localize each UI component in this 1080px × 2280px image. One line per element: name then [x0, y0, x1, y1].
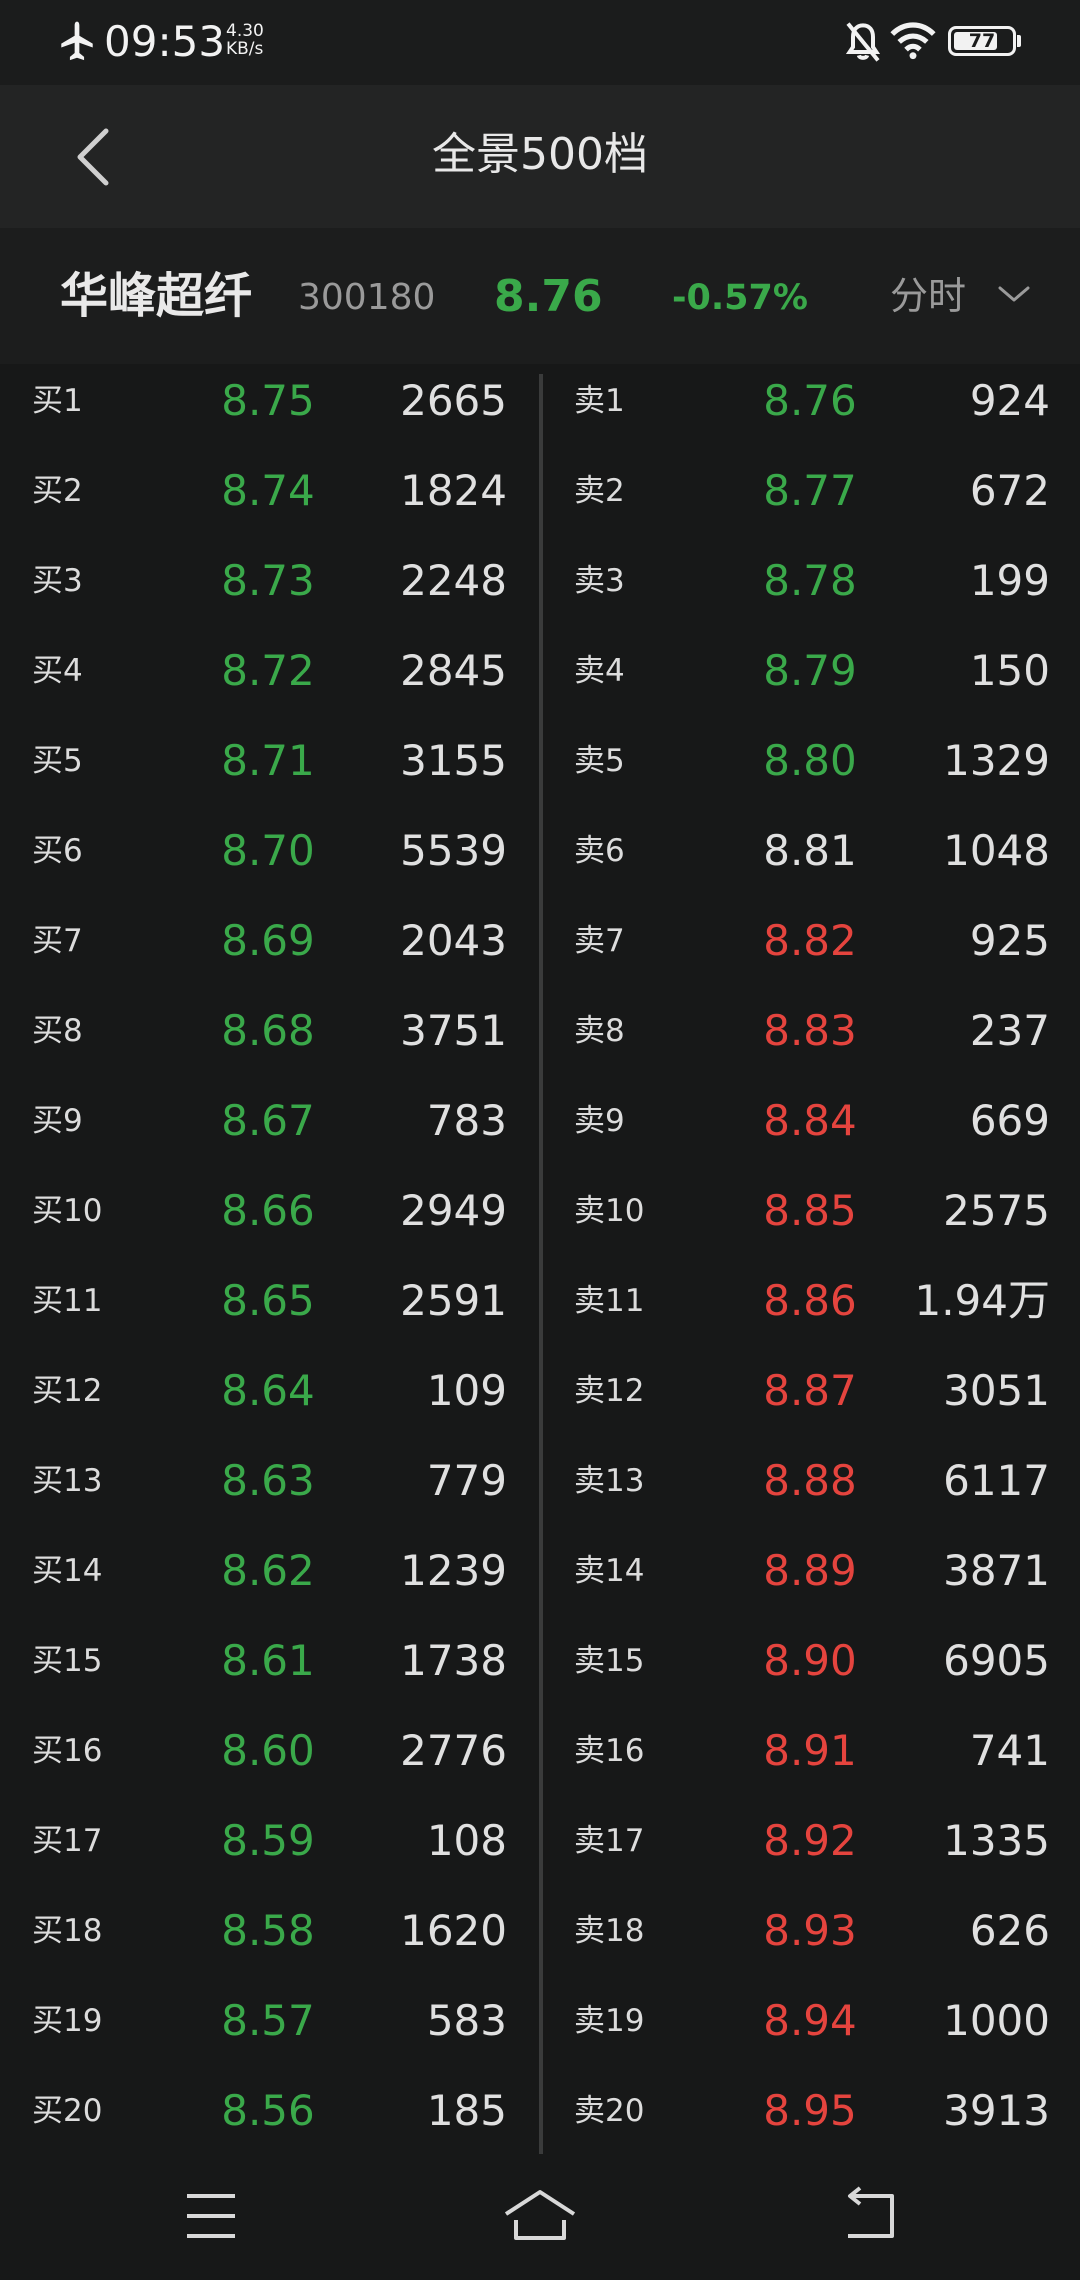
ask-volume: 1.94万	[914, 1276, 1050, 1325]
network-speed-value: 4.30	[226, 21, 264, 41]
ask-row: 卖11 8.86 1.94万	[0, 1256, 1080, 1346]
network-speed-unit: KB/s	[226, 39, 264, 59]
chevron-down-icon	[998, 286, 1030, 302]
battery-cap	[1017, 35, 1021, 47]
ask-row: 卖10 8.85 2575	[0, 1166, 1080, 1256]
ask-level-label: 卖13	[574, 1463, 645, 1499]
ask-volume: 237	[969, 1006, 1050, 1055]
ask-level-label: 卖18	[574, 1913, 645, 1949]
ask-volume: 672	[969, 466, 1050, 515]
ask-row: 卖12 8.87 3051	[0, 1346, 1080, 1436]
ask-row: 卖7 8.82 925	[0, 896, 1080, 986]
page-title: 全景500档	[432, 129, 648, 180]
ask-level-label: 卖5	[574, 743, 625, 779]
back-nav-button[interactable]	[830, 2182, 910, 2252]
ask-volume: 925	[969, 916, 1050, 965]
ask-row: 卖14 8.89 3871	[0, 1526, 1080, 1616]
ask-level-label: 卖4	[574, 653, 625, 689]
ask-row: 卖20 8.95 3913	[0, 2066, 1080, 2156]
ask-volume: 3913	[943, 2086, 1050, 2135]
stock-price: 8.76	[494, 271, 603, 322]
ask-volume: 3051	[943, 1366, 1050, 1415]
menu-icon	[187, 2194, 235, 2238]
ask-level-label: 卖7	[574, 923, 625, 959]
ask-volume: 626	[969, 1906, 1050, 1955]
ask-level-label: 卖2	[574, 473, 625, 509]
ask-row: 卖2 8.77 672	[0, 446, 1080, 536]
stock-change-percent: -0.57%	[672, 278, 808, 318]
ask-row: 卖5 8.80 1329	[0, 716, 1080, 806]
ask-row: 卖17 8.92 1335	[0, 1796, 1080, 1886]
clock: 09:53	[104, 17, 226, 66]
ask-volume: 1000	[943, 1996, 1050, 2045]
airplane-mode-icon	[61, 21, 93, 61]
ask-volume: 924	[969, 376, 1050, 425]
ask-row: 卖3 8.78 199	[0, 536, 1080, 626]
ask-level-label: 卖14	[574, 1553, 645, 1589]
battery-icon: 77	[948, 26, 1016, 56]
ask-row: 卖1 8.76 924	[0, 356, 1080, 446]
ask-level-label: 卖11	[574, 1283, 645, 1319]
home-button[interactable]	[500, 2182, 580, 2252]
period-label: 分时	[890, 274, 967, 318]
ask-volume: 6117	[943, 1456, 1050, 1505]
ask-level-label: 卖20	[574, 2093, 645, 2129]
ask-row: 卖18 8.93 626	[0, 1886, 1080, 1976]
stock-code: 300180	[298, 277, 436, 318]
period-dropdown[interactable]: 分时	[890, 264, 1040, 328]
ask-level-label: 卖12	[574, 1373, 645, 1409]
wifi-icon	[890, 22, 936, 60]
ask-level-label: 卖16	[574, 1733, 645, 1769]
stock-name: 华峰超纤	[60, 268, 253, 324]
ask-volume: 6905	[943, 1636, 1050, 1685]
ask-level-label: 卖9	[574, 1103, 625, 1139]
ask-row: 卖15 8.90 6905	[0, 1616, 1080, 1706]
home-icon	[504, 2190, 576, 2240]
ask-volume: 1048	[943, 826, 1050, 875]
ask-level-label: 卖17	[574, 1823, 645, 1859]
ask-level-label: 卖1	[574, 383, 625, 419]
ask-level-label: 卖19	[574, 2003, 645, 2039]
ask-level-label: 卖15	[574, 1643, 645, 1679]
stock-summary: 华峰超纤 300180 8.76 -0.57% 分时	[0, 228, 1080, 364]
ask-level-label: 卖8	[574, 1013, 625, 1049]
ask-level-label: 卖10	[574, 1193, 645, 1229]
ask-volume: 3871	[943, 1546, 1050, 1595]
order-book: 买1 8.75 2665 买2 8.74 1824 买3 8.73 2248 买4 8.72 2845…	[0, 374, 1080, 2154]
ask-volume: 199	[969, 556, 1050, 605]
ask-volume: 150	[969, 646, 1050, 695]
menu-button[interactable]	[171, 2182, 251, 2252]
system-nav-bar	[0, 2154, 1080, 2280]
status-bar: 09:53 4.30 KB/s 77	[0, 0, 1080, 85]
ask-row: 卖4 8.79 150	[0, 626, 1080, 716]
ask-row: 卖8 8.83 237	[0, 986, 1080, 1076]
ask-row: 卖6 8.81 1048	[0, 806, 1080, 896]
ask-volume: 669	[969, 1096, 1050, 1145]
ask-row: 卖19 8.94 1000	[0, 1976, 1080, 2066]
nav-header: 全景500档	[0, 85, 1080, 228]
ask-volume: 2575	[943, 1186, 1050, 1235]
back-icon	[848, 2186, 894, 2238]
ask-level-label: 卖3	[574, 563, 625, 599]
network-speed: 4.30 KB/s	[226, 22, 264, 58]
ask-row: 卖16 8.91 741	[0, 1706, 1080, 1796]
ask-level-label: 卖6	[574, 833, 625, 869]
ask-row: 卖9 8.84 669	[0, 1076, 1080, 1166]
ask-volume: 1335	[943, 1816, 1050, 1865]
ask-volume: 741	[969, 1726, 1050, 1775]
battery-level: 77	[968, 30, 996, 52]
ask-volume: 1329	[943, 736, 1050, 785]
notifications-muted-icon	[845, 22, 881, 62]
ask-row: 卖13 8.88 6117	[0, 1436, 1080, 1526]
